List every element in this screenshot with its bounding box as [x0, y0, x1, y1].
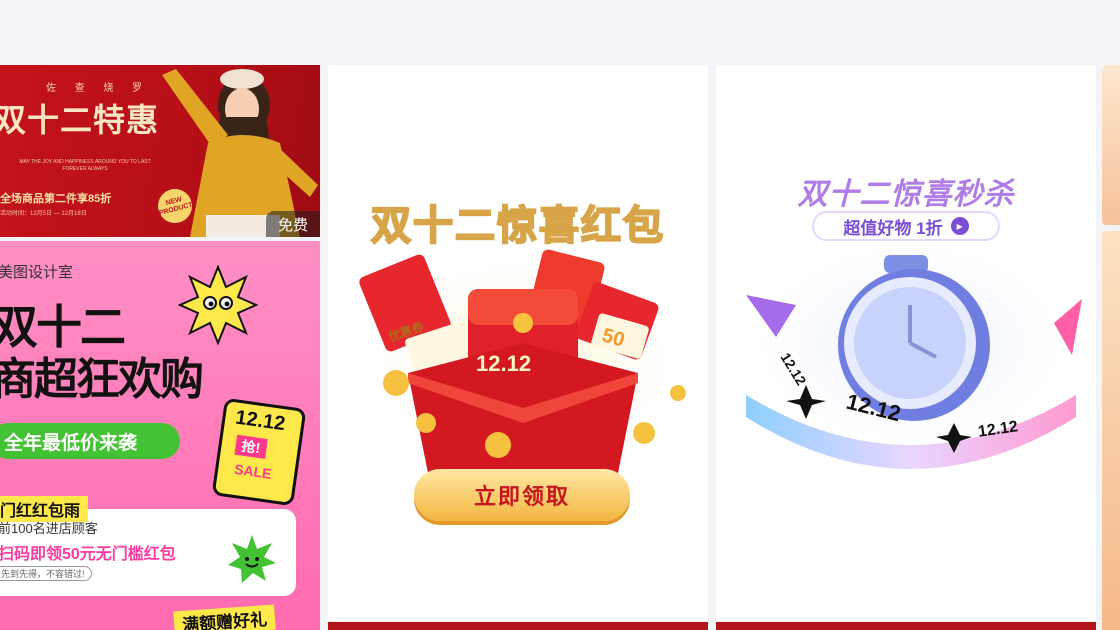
envelope-date: 12.12	[476, 351, 532, 376]
slogan-chars: 佐 查 烧 罗	[46, 79, 142, 95]
template-card-red-envelope[interactable]: 双十二惊喜红包 优惠券 12.12 50 立即领取	[328, 65, 708, 621]
discount-pill: 超值好物 1折 ▸	[812, 211, 1000, 241]
phone-date: 12.12	[234, 406, 287, 436]
info-note: 先到先得，不容错过!	[0, 566, 92, 581]
template-card-red-sale[interactable]: 佐 查 烧 罗 双十二特惠 MAY THE JOY AND HAPPINESS …	[0, 65, 320, 237]
slogan-char: 烧	[103, 83, 114, 94]
deal-text: 全场商品第二件享85折	[0, 193, 112, 205]
headline-2: 商超狂欢购	[0, 355, 204, 404]
template-card-partial[interactable]	[1102, 65, 1120, 225]
template-card-partial[interactable]	[716, 622, 1096, 630]
discount-text: 超值好物 1折	[843, 218, 943, 238]
green-star-icon	[228, 535, 276, 583]
phone-graphic: 12.12 抢! SALE	[211, 397, 307, 507]
arrow-right-icon: ▸	[950, 217, 969, 235]
free-badge: 免费	[266, 211, 320, 237]
sun-sticker-icon	[178, 265, 258, 345]
claim-button[interactable]: 立即领取	[414, 469, 630, 521]
studio-name: 美图设计室	[0, 264, 74, 281]
english-tagline: MAY THE JOY AND HAPPINESS AROUND YOU TO …	[19, 159, 151, 172]
template-card-partial[interactable]	[328, 622, 708, 630]
date-text: 活动时间：12月5日 — 12月18日	[0, 211, 87, 217]
slogan-char: 查	[74, 83, 85, 94]
slogan-char: 佐	[46, 83, 56, 94]
template-card-partial[interactable]	[1102, 231, 1120, 630]
template-card-flash-sale[interactable]: 双十二惊喜秒杀 超值好物 1折 ▸ 12.12 12.12 12.12	[716, 65, 1096, 621]
gift-label: 满额赠好礼	[173, 604, 276, 630]
promo-pill: 全年最低价来袭	[0, 423, 180, 459]
template-card-pink-poster[interactable]: 美图设计室 双十二 商超狂欢购 全年最低价来袭 12.12 抢! SALE 门红…	[0, 241, 320, 630]
phone-badge: 抢!	[234, 434, 268, 459]
slogan-char: 罗	[131, 83, 142, 94]
card-title: 双十二特惠	[0, 102, 160, 138]
info-line-1: 前100名进店顾客	[0, 521, 98, 536]
card-title: 双十二惊喜秒杀	[797, 178, 1015, 211]
info-line-2: 扫码即领50元无门槛红包	[0, 546, 176, 563]
phone-sale: SALE	[233, 460, 273, 482]
